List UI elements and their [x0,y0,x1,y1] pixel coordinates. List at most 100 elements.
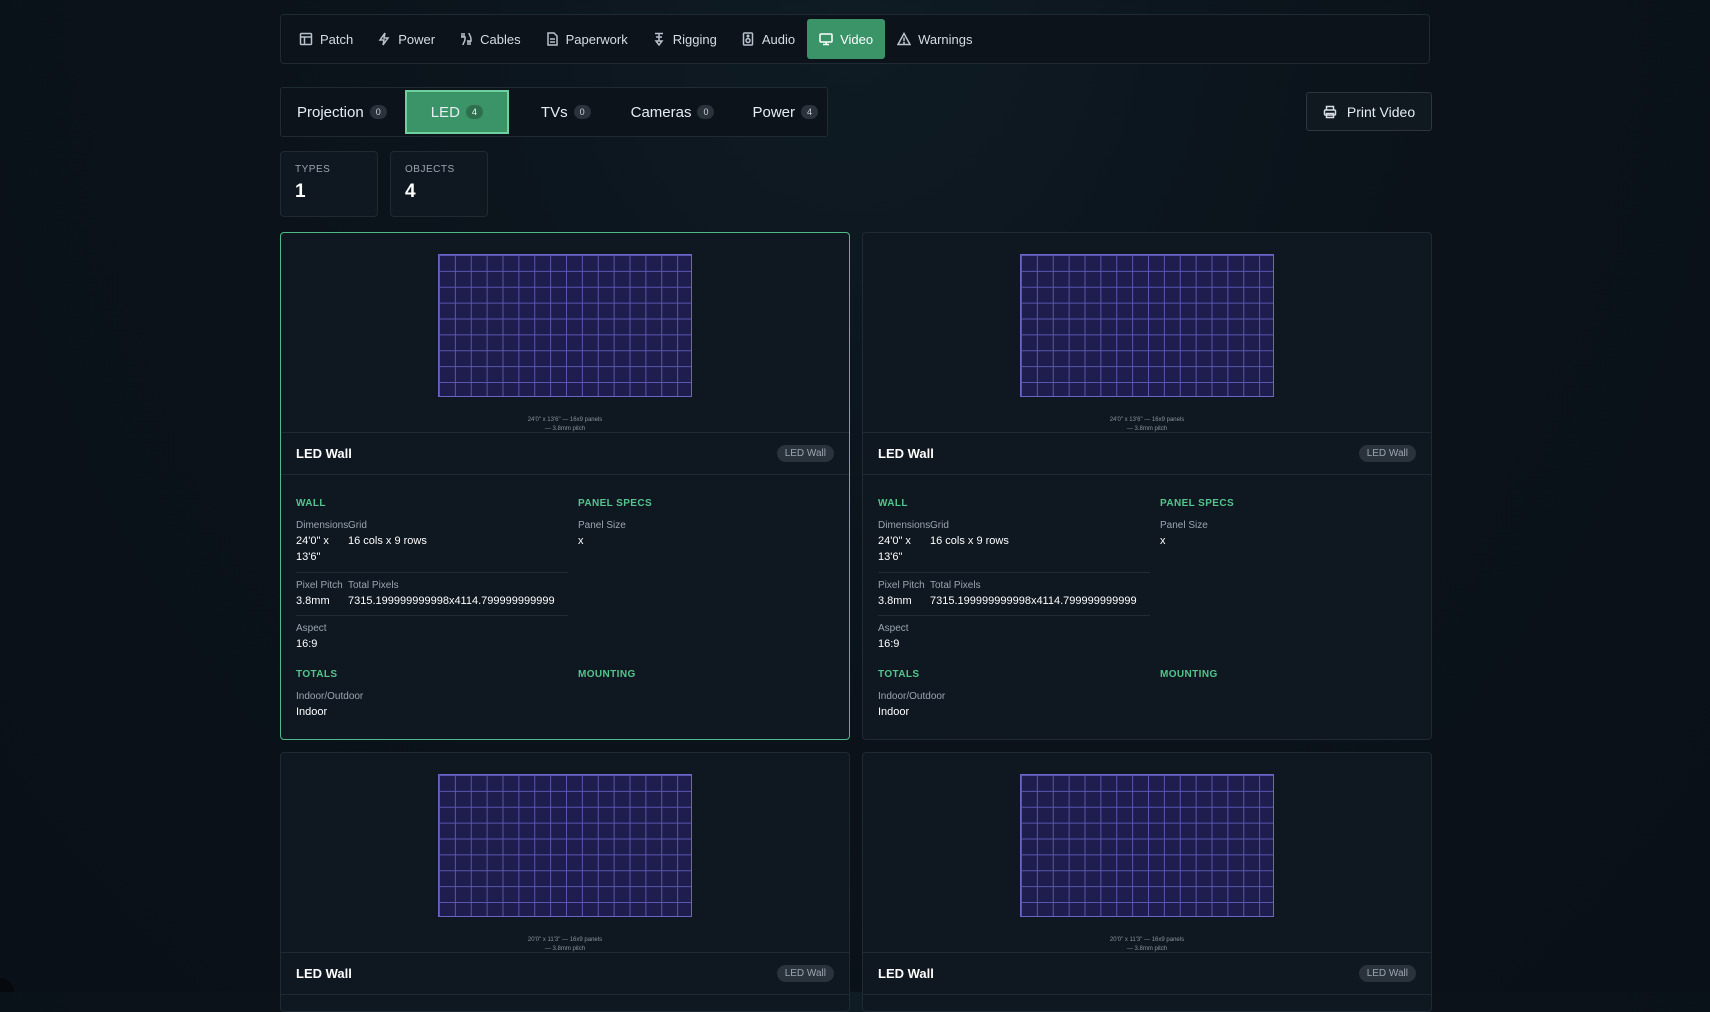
caption-line: 20'0" x 11'3" — 16x9 panels [1109,937,1185,943]
grid-value: 16 cols x 9 rows [930,535,1009,547]
preview-caption: 20'0" x 11'3" — 16x9 panels — 3.8mm pitc… [863,936,1431,954]
total-pixels-value: 7315.199999999998x4114.799999999999 [930,595,1137,607]
nav-rigging[interactable]: Rigging [640,19,729,59]
type-badge: LED Wall [776,445,834,462]
indoor-outdoor-value: Indoor [296,706,328,718]
totals-heading: TOTALS [296,669,338,680]
indoor-outdoor-label: Indoor/Outdoor [296,691,364,702]
types-stat: TYPES 1 [280,151,378,217]
panel-size-value: x [578,535,584,547]
nav-label: Warnings [918,31,973,47]
nav-power[interactable]: Power [365,19,447,59]
preview-caption: 20'0" x 11'3" — 16x9 panels — 3.8mm pitc… [281,936,849,954]
panel-size-value: x [1160,535,1166,547]
card-title: LED Wall [878,446,934,461]
card-header: LED Wall LED Wall [281,433,849,475]
card-title: LED Wall [878,966,934,981]
tab-cameras[interactable]: Cameras 0 [617,90,729,134]
nav-audio[interactable]: Audio [729,19,807,59]
type-badge: LED Wall [1358,965,1416,982]
divider [878,615,1150,616]
tab-power[interactable]: Power 4 [738,90,832,134]
panel-size-label: Panel Size [1160,520,1208,531]
warning-icon [897,32,912,46]
pixel-pitch-label: Pixel Pitch [878,580,925,591]
caption-line: — 3.8mm pitch [544,946,586,952]
nav-label: Cables [480,31,521,47]
nav-video[interactable]: Video [807,19,886,59]
grid-label: Grid [348,520,367,531]
stat-value: 4 [405,181,416,202]
print-video-button[interactable]: Print Video [1306,92,1432,131]
type-badge: LED Wall [776,965,834,982]
wall-heading: WALL [296,498,326,509]
tab-label: Power [752,103,796,121]
nav-label: Audio [761,31,796,47]
mounting-heading: MOUNTING [1160,669,1218,680]
count-badge: 0 [573,105,591,119]
led-wall-card[interactable]: 24'0" x 13'6" — 16x9 panels — 3.8mm pitc… [862,232,1432,740]
caption-line: — 3.8mm pitch [1126,946,1168,952]
totals-heading: TOTALS [878,669,920,680]
preview-caption: 24'0" x 13'6" — 16x9 panels — 3.8mm pitc… [863,416,1431,434]
caption-line: 20'0" x 11'3" — 16x9 panels [527,937,603,943]
pixel-pitch-value: 3.8mm [878,595,912,607]
tab-led[interactable]: LED 4 [404,90,509,134]
nav-label: Patch [320,31,354,47]
led-panel-grid [438,774,692,917]
caption-line: 24'0" x 13'6" — 16x9 panels [527,417,603,423]
panel-specs-heading: PANEL SPECS [1160,498,1235,509]
speaker-icon [742,32,754,46]
nav-cables[interactable]: Cables [447,19,532,59]
tab-tvs[interactable]: TVs 0 [527,90,605,134]
table-icon [299,32,313,46]
document-icon [546,32,558,46]
stat-value: 1 [295,181,306,202]
aspect-label: Aspect [296,623,327,634]
total-pixels-value: 7315.199999999998x4114.799999999999 [348,595,555,607]
caption-line: 24'0" x 13'6" — 16x9 panels [1109,417,1185,423]
nav-label: Power [398,31,436,47]
nav-warnings[interactable]: Warnings [885,19,984,59]
total-pixels-label: Total Pixels [348,580,399,591]
led-wall-card[interactable]: 20'0" x 11'3" — 16x9 panels — 3.8mm pitc… [280,752,850,1012]
led-wall-preview: 24'0" x 13'6" — 16x9 panels — 3.8mm pitc… [281,233,849,433]
objects-stat: OBJECTS 4 [390,151,488,217]
nav-label: Video [840,31,874,47]
divider [296,572,568,573]
top-nav: Patch Power Cables Paperwork Rigging Aud… [280,14,1430,64]
nav-paperwork[interactable]: Paperwork [533,19,640,59]
led-wall-preview: 20'0" x 11'3" — 16x9 panels — 3.8mm pitc… [863,753,1431,953]
nav-label: Paperwork [565,31,628,47]
tab-label: TVs [540,103,568,121]
card-title: LED Wall [296,966,352,981]
stat-label: TYPES [295,164,331,175]
wall-heading: WALL [878,498,908,509]
divider [878,572,1150,573]
count-badge: 4 [801,105,819,119]
aspect-label: Aspect [878,623,909,634]
pixel-pitch-label: Pixel Pitch [296,580,343,591]
rigging-icon [654,32,664,46]
printer-icon [1323,105,1337,118]
grid-value: 16 cols x 9 rows [348,535,427,547]
dimensions-label: Dimensions [878,520,931,531]
count-badge: 0 [697,105,715,119]
tab-projection[interactable]: Projection 0 [283,90,401,134]
count-badge: 0 [369,105,387,119]
led-panel-grid [1020,774,1274,917]
led-wall-card[interactable]: 24'0" x 13'6" — 16x9 panels — 3.8mm pitc… [280,232,850,740]
nav-patch[interactable]: Patch [287,19,365,59]
card-header: LED Wall LED Wall [281,953,849,995]
aspect-value: 16:9 [296,638,318,650]
aspect-value: 16:9 [878,638,900,650]
led-panel-grid [438,254,692,397]
led-wall-preview: 20'0" x 11'3" — 16x9 panels — 3.8mm pitc… [281,753,849,953]
grid-label: Grid [930,520,949,531]
led-wall-card[interactable]: 20'0" x 11'3" — 16x9 panels — 3.8mm pitc… [862,752,1432,1012]
card-header: LED Wall LED Wall [863,953,1431,995]
dimensions-value: 24'0" x 13'6" [878,535,911,563]
tab-label: Projection [297,103,364,121]
indoor-outdoor-value: Indoor [878,706,910,718]
mounting-heading: MOUNTING [578,669,636,680]
